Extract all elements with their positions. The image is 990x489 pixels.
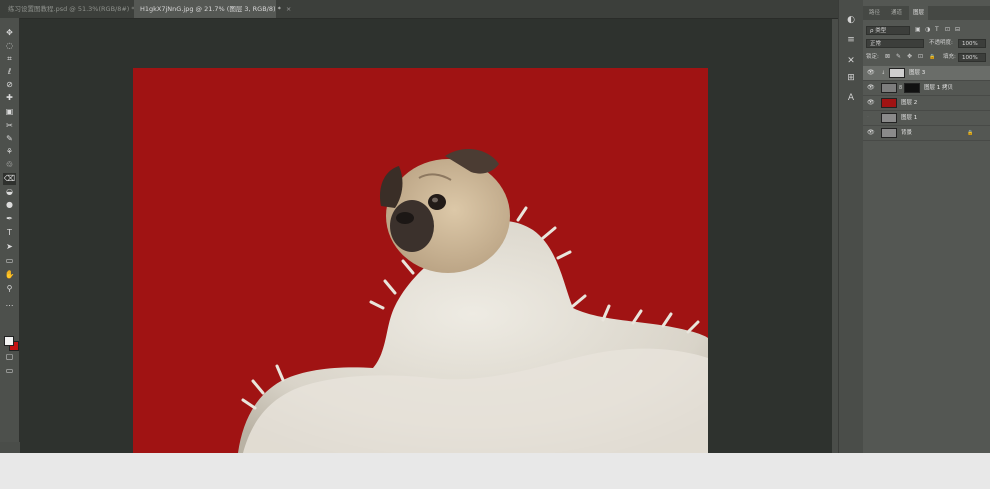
document-canvas[interactable] <box>133 68 708 453</box>
lock-image-icon[interactable]: ✎ <box>896 52 901 62</box>
lock-position-icon[interactable]: ✥ <box>907 52 912 62</box>
rectangle-tool-icon[interactable]: ▭ <box>3 255 16 267</box>
layer-name[interactable]: 图层 1 <box>901 113 917 123</box>
panel-tabs: 路径 通道 图层 <box>863 6 990 20</box>
color-swatches[interactable] <box>4 336 19 351</box>
tab-label: H1gkX7jNnG.jpg @ 21.7% (图层 3, RGB/8) * <box>140 5 281 13</box>
layer-row-background[interactable]: 👁 背景 🔒 <box>863 126 990 141</box>
eyedropper-tool-icon[interactable]: ⊘ <box>3 79 16 91</box>
quick-mask-icon[interactable]: ▢ <box>3 351 16 363</box>
character-panel-icon[interactable]: A <box>845 92 857 104</box>
layer-lock-icon: 🔒 <box>967 130 974 136</box>
blend-mode-select[interactable]: 正常 <box>866 39 924 48</box>
layer-thumbnail <box>881 98 897 108</box>
screen-mode-icon[interactable]: ▭ <box>3 365 16 377</box>
blend-row: 正常 不透明度: 100% <box>863 38 990 50</box>
move-tool-icon[interactable]: ✥ <box>3 27 16 39</box>
clipping-arrow-icon: ↓ <box>881 70 886 76</box>
tab-channels[interactable]: 通道 <box>887 6 906 20</box>
panel-icon-strip: ◐ ≡ ✕ ⊞ A <box>838 0 863 453</box>
tab-pug-jpg[interactable]: H1gkX7jNnG.jpg @ 21.7% (图层 3, RGB/8) * × <box>134 0 291 18</box>
foreground-color-swatch[interactable] <box>4 336 14 346</box>
brush-tool-icon[interactable]: ✎ <box>3 133 16 145</box>
lock-all-icon[interactable]: 🔒 <box>929 52 935 62</box>
layer-name[interactable]: 图层 1 拷贝 <box>924 83 953 93</box>
pen-anchor-tool-icon[interactable]: ✂ <box>3 120 16 132</box>
opacity-field[interactable]: 100% <box>958 39 986 48</box>
pug-eye-highlight <box>432 197 438 203</box>
gradient-tool-icon[interactable]: ▣ <box>3 106 16 118</box>
pug-in-blanket-image <box>238 149 708 453</box>
layer-mask-thumbnail <box>904 83 920 93</box>
lock-label: 锁定: <box>866 54 879 60</box>
layer-name[interactable]: 图层 2 <box>901 98 917 108</box>
layer-thumbnail <box>881 113 897 123</box>
visibility-eye-icon[interactable]: 👁 <box>867 83 875 93</box>
path-select-tool-icon[interactable]: ➤ <box>3 241 16 253</box>
properties-panel-icon[interactable]: ⊞ <box>845 72 857 84</box>
spot-heal-tool-icon[interactable]: ✚ <box>3 92 16 104</box>
pug-nose <box>396 212 414 224</box>
clone-stamp-tool-icon[interactable]: ⚘ <box>3 146 16 158</box>
layer-row-1-copy[interactable]: 👁 8 图层 1 拷贝 <box>863 81 990 96</box>
lock-transparent-icon[interactable]: ⊠ <box>885 52 890 62</box>
layer-thumbnail <box>881 128 897 138</box>
color-panel-icon[interactable]: ◐ <box>845 14 857 26</box>
crop-tool-icon[interactable]: ⌗ <box>3 53 16 65</box>
layer-kind-filter[interactable]: ρ 类型 <box>866 26 910 35</box>
filter-shape-icon[interactable]: ⊡ <box>945 25 950 35</box>
layer-thumbnail <box>881 83 897 93</box>
lock-row: 锁定: ⊠ ✎ ✥ ⊡ 🔒 填充: 100% <box>863 52 990 64</box>
layer-filter-row: ρ 类型 ▣ ◑ T ⊡ ⊟ <box>863 25 990 37</box>
opacity-label: 不透明度: <box>929 40 953 46</box>
lasso-tool-icon[interactable]: ℓ <box>3 66 16 78</box>
mask-link-icon: 8 <box>899 85 903 91</box>
visibility-hidden-icon[interactable]: · <box>867 113 869 123</box>
pen-tool-icon[interactable]: ✒ <box>3 213 16 225</box>
marquee-tool-icon[interactable]: ◌ <box>3 40 16 52</box>
history-brush-tool-icon[interactable]: ♲ <box>3 159 16 171</box>
zoom-tool-icon[interactable]: ⚲ <box>3 283 16 295</box>
layer-row-1[interactable]: · 图层 1 <box>863 111 990 126</box>
tab-close-icon[interactable]: × <box>286 5 291 13</box>
layer-name[interactable]: 背景 <box>901 128 912 138</box>
tools-panel: ✥ ◌ ⌗ ℓ ⊘ ✚ ▣ ✂ ✎ ⚘ ♲ ⌫ ◒ ● ✒ T ➤ ▭ ✋ ⚲ … <box>0 18 20 442</box>
fill-label: 填充: <box>943 54 956 60</box>
tab-label: 练习设置图教程.psd @ 51.3%(RGB/8#) * <box>8 5 135 13</box>
pug-eye <box>428 194 446 210</box>
pug-muzzle <box>390 200 434 252</box>
filter-pixel-icon[interactable]: ▣ <box>915 25 921 35</box>
document-tab-bar: 练习设置图教程.psd @ 51.3%(RGB/8#) *× H1gkX7jNn… <box>0 0 838 19</box>
adjustments-panel-icon[interactable]: ≡ <box>845 34 857 46</box>
tab-paths[interactable]: 路径 <box>865 6 884 20</box>
layers-panel: 路径 通道 图层 ρ 类型 ▣ ◑ T ⊡ ⊟ 正常 不透明度: 100% 锁定… <box>863 0 990 453</box>
type-tool-icon[interactable]: T <box>3 227 16 239</box>
fill-field[interactable]: 100% <box>958 53 986 62</box>
visibility-eye-icon[interactable]: 👁 <box>867 128 875 138</box>
filter-smart-object-icon[interactable]: ⊟ <box>955 25 960 35</box>
filter-adjustment-icon[interactable]: ◑ <box>925 25 930 35</box>
layer-thumbnail <box>889 68 905 78</box>
blur-tool-icon[interactable]: ◒ <box>3 186 16 198</box>
tab-practice-psd[interactable]: 练习设置图教程.psd @ 51.3%(RGB/8#) *× <box>2 0 145 18</box>
tab-layers[interactable]: 图层 <box>909 6 929 20</box>
layer-name[interactable]: 图层 3 <box>909 68 925 78</box>
more-tools-icon[interactable]: ⋯ <box>3 300 16 312</box>
eraser-tool-icon[interactable]: ⌫ <box>3 173 16 185</box>
canvas-area[interactable] <box>20 19 832 453</box>
hand-tool-icon[interactable]: ✋ <box>3 269 16 281</box>
visibility-eye-icon[interactable]: 👁 <box>867 68 875 78</box>
dodge-tool-icon[interactable]: ● <box>3 199 16 211</box>
lock-artboard-icon[interactable]: ⊡ <box>918 52 923 62</box>
layer-row-2[interactable]: 👁 图层 2 <box>863 96 990 111</box>
filter-type-icon[interactable]: T <box>935 25 939 35</box>
tools-preset-icon[interactable]: ✕ <box>845 55 857 67</box>
visibility-eye-icon[interactable]: 👁 <box>867 98 875 108</box>
layer-row-3[interactable]: 👁 ↓ 图层 3 <box>863 66 990 81</box>
